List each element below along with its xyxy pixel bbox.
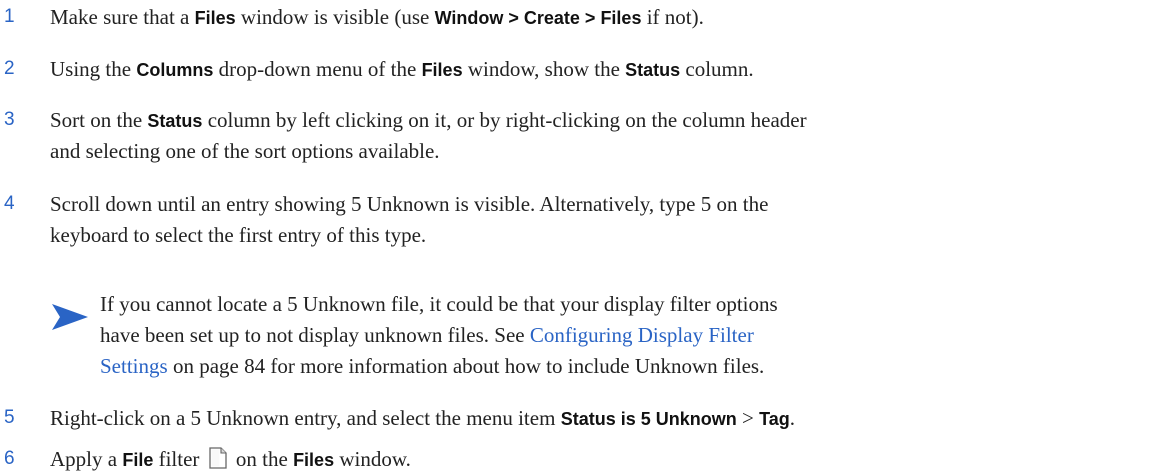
step-text-line-2: and selecting one of the sort options av…: [50, 136, 1150, 166]
step-number: 3: [4, 109, 15, 130]
text-run: window, show the: [462, 57, 626, 81]
procedure-document: 1 Make sure that a Files window is visib…: [0, 0, 1156, 476]
text-run: if not).: [641, 5, 704, 29]
step-number: 6: [4, 448, 15, 469]
step-number: 1: [4, 6, 15, 27]
ui-term: Files: [421, 60, 463, 80]
text-run: window.: [334, 447, 411, 471]
text-run: column by left clicking on it, or by rig…: [202, 108, 807, 132]
text-run: drop-down menu of the: [213, 57, 422, 81]
text-run: Make sure that a: [50, 5, 195, 29]
step-text: Make sure that a Files window is visible…: [50, 2, 1150, 33]
step-text: Apply a File filter on the Files window.: [50, 444, 1150, 475]
step-text-line-1: Scroll down until an entry showing 5 Unk…: [50, 189, 1150, 219]
ui-term: Columns: [136, 60, 214, 80]
text-run: Sort on the: [50, 108, 148, 132]
text-run: and selecting one of the sort options av…: [50, 139, 440, 163]
text-run: window is visible (use: [235, 5, 435, 29]
text-run: column.: [680, 57, 754, 81]
step-number: 5: [4, 407, 15, 428]
configuring-display-filter-link[interactable]: Configuring Display Filter: [530, 323, 754, 347]
text-run: on page 84 for more information about ho…: [167, 354, 765, 378]
note-arrow-icon: [52, 304, 88, 330]
note-line-3: Settings on page 84 for more information…: [100, 351, 1140, 381]
text-run: filter: [153, 447, 200, 471]
step-number: 4: [4, 193, 15, 214]
text-run: Apply a: [50, 447, 123, 471]
ui-term: Files: [194, 8, 236, 28]
ui-term: File: [122, 450, 154, 470]
text-run: keyboard to select the first entry of th…: [50, 223, 427, 247]
text-run: Scroll down until an entry showing 5 Unk…: [50, 192, 769, 216]
note-line-2: have been set up to not display unknown …: [100, 320, 1140, 350]
ui-term: Status: [147, 111, 203, 131]
file-filter-icon: [209, 447, 227, 469]
text-run: Right-click on a 5 Unknown entry, and se…: [50, 406, 561, 430]
step-text-line-1: Sort on the Status column by left clicki…: [50, 105, 1150, 136]
text-run: have been set up to not display unknown …: [100, 323, 530, 347]
settings-link[interactable]: Settings: [100, 354, 168, 378]
text-run: >: [736, 406, 760, 430]
ui-term: Files: [293, 450, 335, 470]
step-text-line-2: keyboard to select the first entry of th…: [50, 220, 1150, 250]
ui-term: Status: [625, 60, 681, 80]
note-line-1: If you cannot locate a 5 Unknown file, i…: [100, 292, 778, 316]
text-run: .: [789, 406, 795, 430]
step-number: 2: [4, 58, 15, 79]
text-run: Using the: [50, 57, 137, 81]
ui-term: Status is 5 Unknown: [560, 409, 737, 429]
ui-term: Tag: [759, 409, 790, 429]
step-text: Right-click on a 5 Unknown entry, and se…: [50, 403, 1150, 434]
step-text: Using the Columns drop-down menu of the …: [50, 54, 1150, 85]
text-run: on the: [235, 447, 294, 471]
ui-term: Window > Create > Files: [434, 8, 642, 28]
